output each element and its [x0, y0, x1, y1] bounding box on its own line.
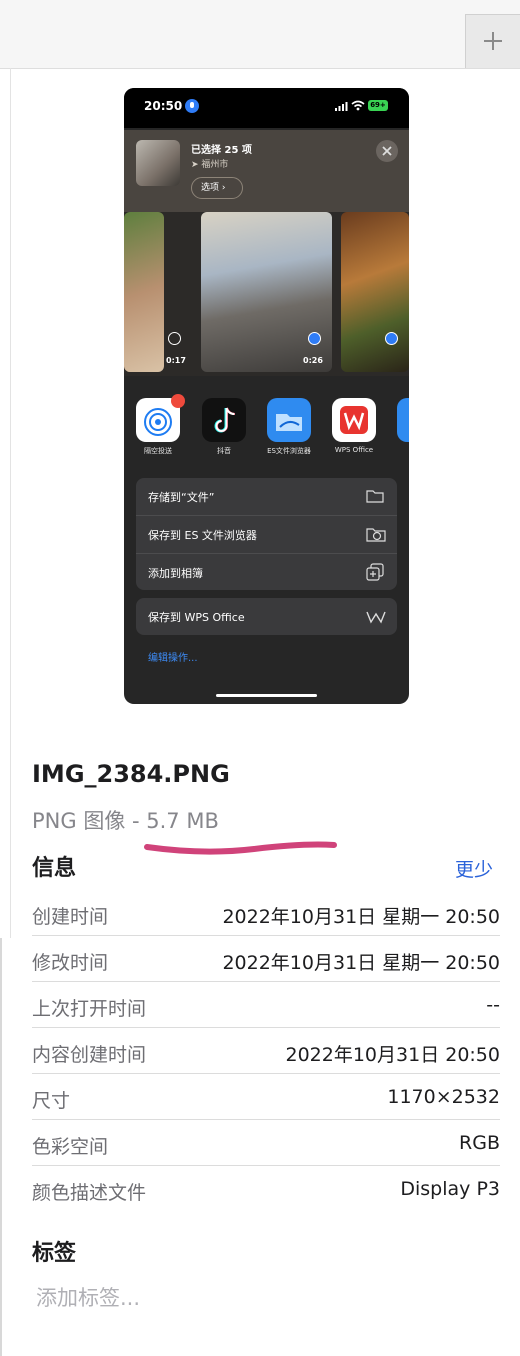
- microphone-icon: [185, 99, 199, 113]
- es-explorer-app-icon[interactable]: [267, 398, 311, 442]
- es-folder-icon: [366, 528, 386, 542]
- info-key: 颜色描述文件: [32, 1182, 147, 1204]
- image-preview: 20:50 69+ 已选择 25 项 ➤ 福州市 选项 › 0:17 0:26: [124, 88, 409, 704]
- info-value: 2022年10月31日 星期一 20:50: [222, 906, 500, 928]
- app-label: 抖音: [217, 447, 231, 455]
- wps-actions-menu: 保存到 WPS Office: [136, 598, 397, 635]
- add-button[interactable]: [465, 14, 520, 68]
- phone-status-bar: 20:50 69+: [124, 88, 409, 128]
- signal-icon: [335, 102, 348, 111]
- info-value: --: [486, 994, 500, 1016]
- app-label: WPS Office: [334, 446, 374, 454]
- file-name: IMG_2384.PNG: [32, 760, 230, 788]
- more-app-icon[interactable]: [397, 398, 409, 442]
- app-label: ES文件浏览器: [267, 447, 311, 455]
- info-row-content-created: 内容创建时间 2022年10月31日 20:50: [32, 1027, 500, 1074]
- options-button[interactable]: 选项 ›: [191, 177, 243, 199]
- share-actions-menu: 存储到“文件” 保存到 ES 文件浏览器 添加到相簿: [136, 478, 397, 590]
- share-sheet-header: 已选择 25 项 ➤ 福州市 选项 ›: [124, 130, 409, 212]
- top-toolbar: [0, 0, 520, 69]
- wps-app-icon[interactable]: [332, 398, 376, 442]
- info-row-dimensions: 尺寸 1170×2532: [32, 1073, 500, 1120]
- close-icon: [382, 146, 392, 156]
- pane-scroll-edge: [0, 938, 2, 1356]
- photo-item[interactable]: [201, 212, 332, 372]
- selection-location: ➤ 福州市: [191, 160, 229, 170]
- add-to-album-action[interactable]: 添加到相簿: [148, 565, 203, 581]
- home-indicator: [216, 694, 317, 697]
- share-app-row: 隔空投送 抖音 ES文件浏览器 WPS Office: [124, 388, 409, 468]
- edit-actions-link[interactable]: 编辑操作...: [148, 649, 198, 664]
- info-value: 1170×2532: [387, 1086, 500, 1108]
- tiktok-icon: [214, 407, 236, 433]
- photo-item[interactable]: [124, 212, 164, 372]
- info-row-last-opened: 上次打开时间 --: [32, 981, 500, 1028]
- info-row-color-profile: 颜色描述文件 Display P3: [32, 1165, 500, 1211]
- save-to-files-action[interactable]: 存储到“文件”: [148, 489, 214, 505]
- wifi-icon: [351, 100, 365, 111]
- add-tag-input[interactable]: 添加标签...: [36, 1282, 140, 1312]
- plus-icon: [484, 32, 502, 50]
- selection-count: 已选择 25 项: [191, 145, 252, 156]
- photo-item[interactable]: [341, 212, 409, 372]
- select-circle-checked[interactable]: [385, 332, 398, 345]
- notification-badge: [171, 394, 185, 408]
- close-button[interactable]: [376, 140, 398, 162]
- folder-icon: [366, 490, 384, 503]
- menu-divider: [136, 553, 397, 554]
- select-circle-checked[interactable]: [308, 332, 321, 345]
- highlight-underline: [144, 841, 337, 855]
- battery-icon: 69+: [368, 100, 388, 111]
- info-value: RGB: [459, 1132, 500, 1154]
- status-time: 20:50: [144, 99, 183, 113]
- es-folder-icon: [276, 414, 302, 431]
- info-row-created: 创建时间 2022年10月31日 星期一 20:50: [32, 889, 500, 936]
- info-heading: 信息: [32, 856, 77, 881]
- video-duration: 0:26: [303, 356, 323, 365]
- info-key: 尺寸: [32, 1090, 71, 1112]
- selection-thumbnail: [136, 140, 180, 186]
- tags-heading: 标签: [32, 1241, 77, 1266]
- info-key: 修改时间: [32, 952, 109, 974]
- douyin-app-icon[interactable]: [202, 398, 246, 442]
- show-less-button[interactable]: 更少: [455, 855, 493, 882]
- info-value: Display P3: [400, 1178, 500, 1200]
- save-to-es-action[interactable]: 保存到 ES 文件浏览器: [148, 527, 257, 543]
- info-key: 创建时间: [32, 906, 109, 928]
- info-key: 内容创建时间: [32, 1044, 147, 1066]
- photo-strip: 0:17 0:26: [124, 212, 409, 376]
- video-duration: 0:17: [166, 356, 186, 365]
- select-circle[interactable]: [168, 332, 181, 345]
- info-key: 色彩空间: [32, 1136, 109, 1158]
- info-row-modified: 修改时间 2022年10月31日 星期一 20:50: [32, 935, 500, 982]
- info-value: 2022年10月31日 20:50: [285, 1044, 500, 1066]
- add-album-icon: [366, 563, 384, 581]
- wps-icon: [366, 611, 386, 624]
- info-row-color-space: 色彩空间 RGB: [32, 1119, 500, 1166]
- pane-divider: [10, 68, 11, 938]
- file-type-size: PNG 图像 - 5.7 MB: [32, 809, 219, 833]
- info-key: 上次打开时间: [32, 998, 147, 1020]
- app-label: 隔空投送: [144, 447, 172, 455]
- info-value: 2022年10月31日 星期一 20:50: [222, 952, 500, 974]
- menu-divider: [136, 515, 397, 516]
- save-to-wps-action[interactable]: 保存到 WPS Office: [148, 609, 245, 625]
- wps-icon: [340, 406, 368, 434]
